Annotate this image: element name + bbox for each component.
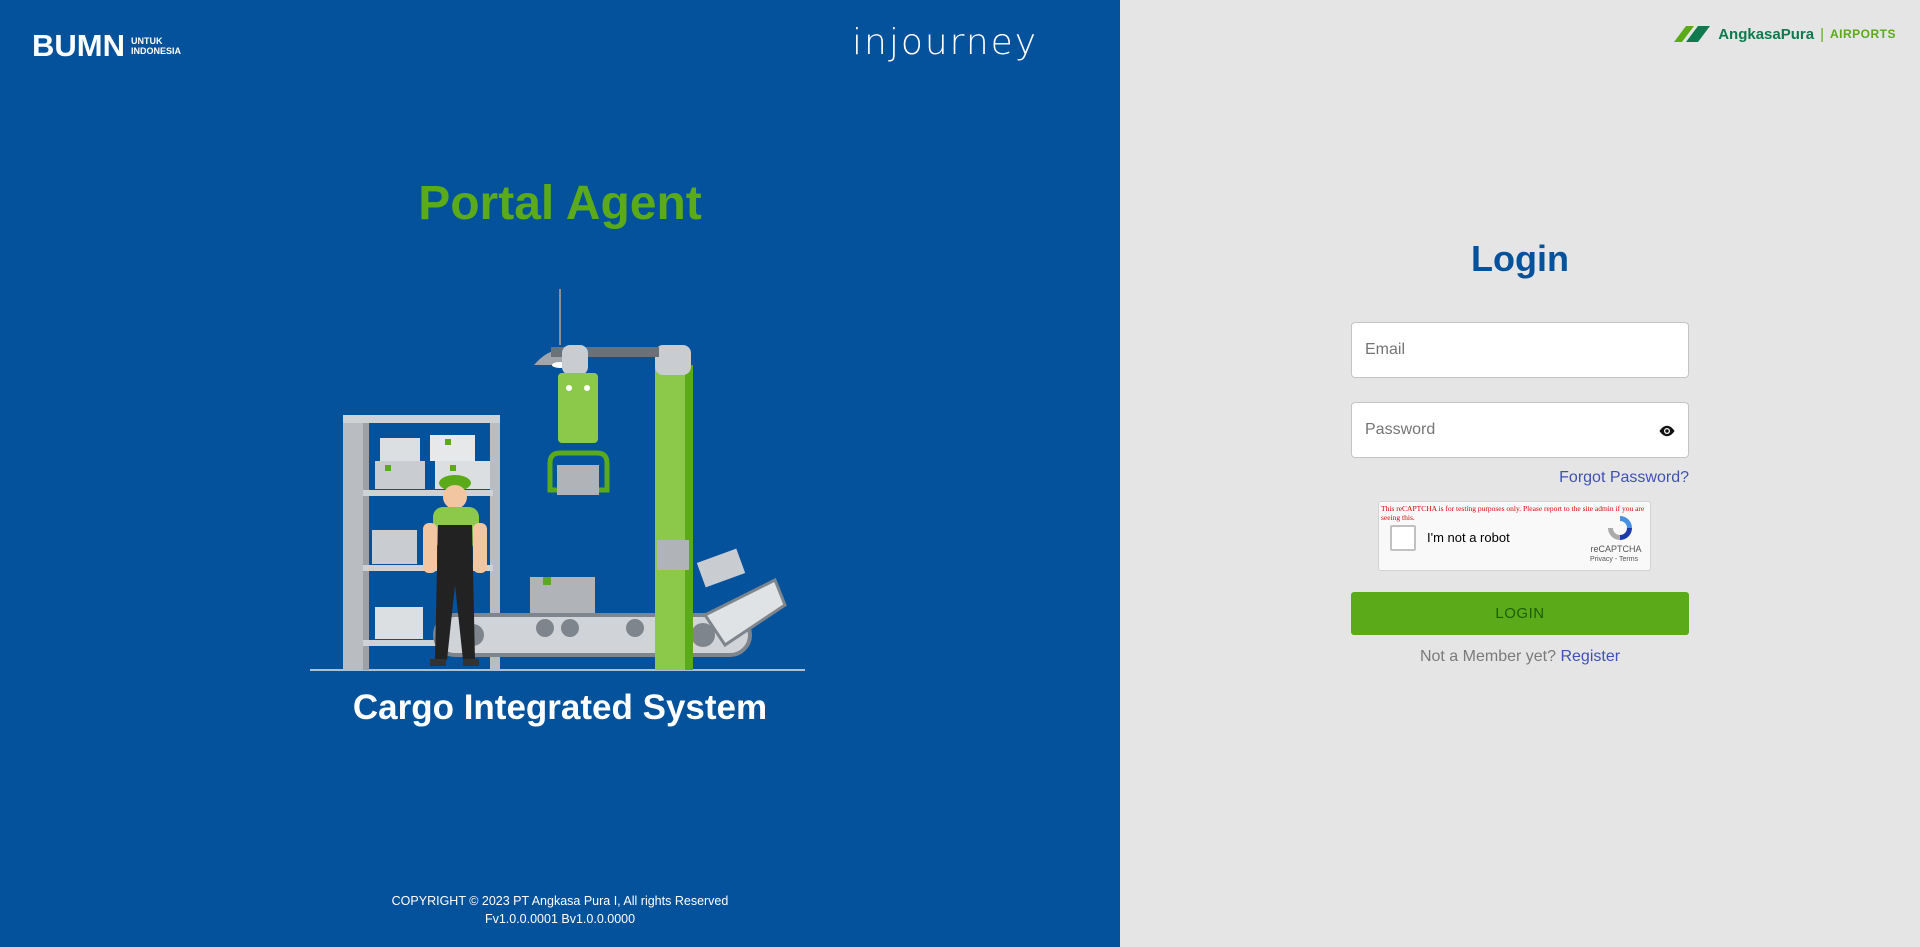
angkasa-pura-separator: | — [1820, 25, 1824, 43]
recaptcha-checkbox[interactable] — [1390, 525, 1416, 551]
password-input[interactable] — [1352, 403, 1688, 457]
angkasa-pura-logo: AngkasaPura | AIRPORTS — [1672, 22, 1896, 46]
bumn-logo-sub: UNTUK INDONESIA — [131, 36, 181, 56]
bumn-logo-word: BUMN — [32, 28, 125, 63]
recaptcha-terms[interactable]: Privacy - Terms — [1584, 556, 1644, 563]
login-title: Login — [1471, 238, 1569, 279]
email-field[interactable] — [1351, 322, 1689, 378]
injourney-logo: injourney — [852, 22, 1039, 63]
bumn-logo-sub-line2: INDONESIA — [131, 45, 182, 56]
left-panel: BUMN UNTUK INDONESIA injourney Portal Ag… — [0, 0, 1120, 947]
eye-icon[interactable] — [1658, 422, 1676, 440]
register-link[interactable]: Register — [1560, 648, 1620, 665]
recaptcha-label: I'm not a robot — [1427, 530, 1510, 545]
footer: COPYRIGHT © 2023 PT Angkasa Pura I, All … — [0, 892, 1120, 928]
portal-title: Portal Agent — [418, 177, 702, 230]
right-panel: AngkasaPura | AIRPORTS Login Forgot Pass… — [1120, 0, 1920, 947]
angkasa-pura-mark-icon — [1674, 26, 1711, 42]
angkasa-pura-tag: AIRPORTS — [1829, 27, 1896, 41]
register-prompt-text: Not a Member yet? — [1419, 648, 1557, 665]
recaptcha-widget: This reCAPTCHA is for testing purposes o… — [1378, 501, 1651, 571]
copyright-text: COPYRIGHT © 2023 PT Angkasa Pura I, All … — [391, 894, 729, 908]
bumn-logo: BUMN UNTUK INDONESIA — [32, 30, 181, 61]
angkasa-pura-name: AngkasaPura — [1718, 25, 1815, 43]
warehouse-conveyor-illustration — [310, 289, 805, 671]
register-prompt: Not a Member yet? Register — [1120, 648, 1920, 666]
recaptcha-logo-icon — [1608, 516, 1632, 540]
login-button[interactable]: LOGIN — [1351, 592, 1689, 635]
forgot-password-link[interactable]: Forgot Password? — [1559, 469, 1689, 487]
recaptcha-brand: reCAPTCHA — [1590, 544, 1642, 554]
password-field[interactable] — [1351, 402, 1689, 458]
version-text: Fv1.0.0.0001 Bv1.0.0.0000 — [484, 912, 636, 926]
system-title: Cargo Integrated System — [352, 688, 768, 727]
bumn-logo-sub-line1: UNTUK — [131, 35, 163, 46]
email-input[interactable] — [1352, 323, 1688, 377]
